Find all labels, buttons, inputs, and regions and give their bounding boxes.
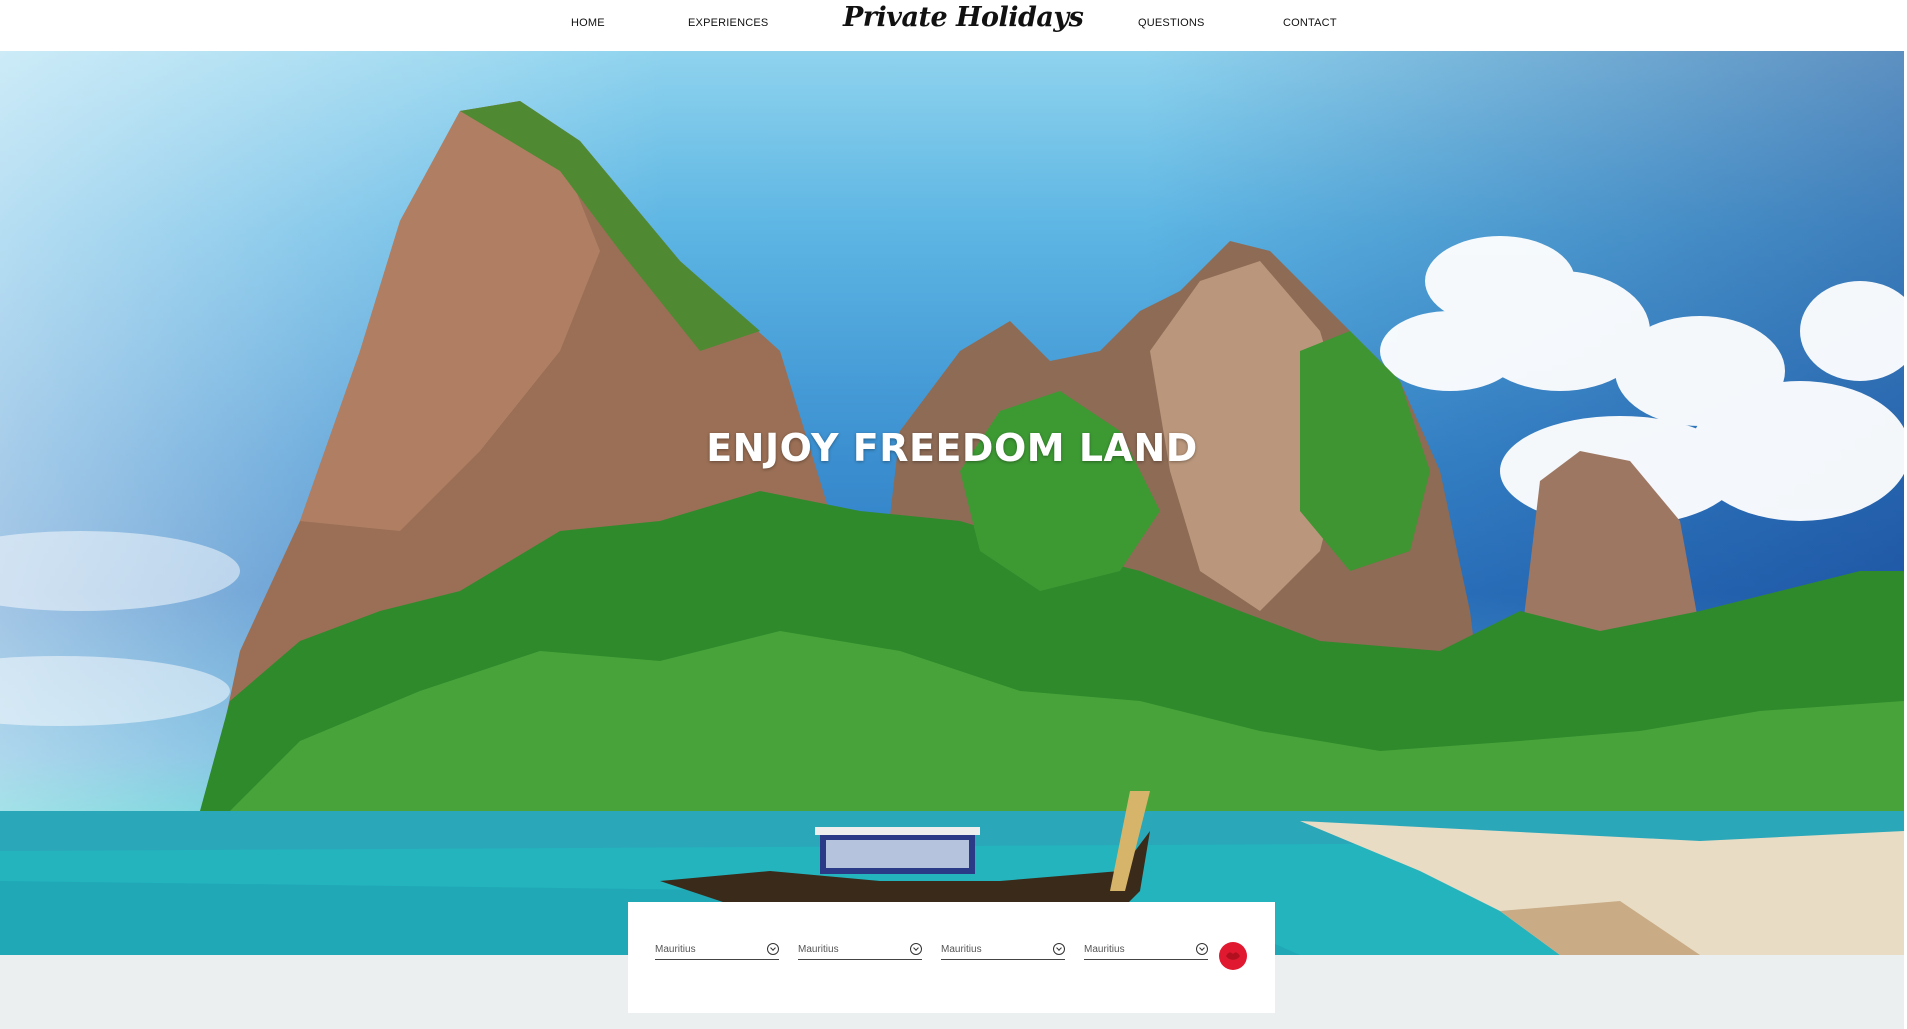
nav-questions-link[interactable]: QUESTIONS xyxy=(1138,17,1205,29)
destination-select-4[interactable]: Mauritius xyxy=(1084,939,1208,960)
hero-banner-image: ENJOY FREEDOM LAND xyxy=(0,51,1904,955)
top-nav-bar: HOME EXPERIENCES Private Holidays QUESTI… xyxy=(0,0,1907,51)
lips-icon xyxy=(1226,952,1240,960)
destination-search-panel: Mauritius Mauritius Mauritius Mauritius xyxy=(628,902,1275,1013)
destination-select-1[interactable]: Mauritius xyxy=(655,939,779,960)
nav-contact-link[interactable]: CONTACT xyxy=(1283,17,1337,29)
nav-experiences-link[interactable]: EXPERIENCES xyxy=(688,17,768,29)
site-logo[interactable]: Private Holidays xyxy=(843,2,1084,33)
nav-home-link[interactable]: HOME xyxy=(571,17,605,29)
destination-select-3[interactable]: Mauritius xyxy=(941,939,1065,960)
destination-select-3-value: Mauritius xyxy=(941,944,982,955)
chevron-down-icon xyxy=(767,943,779,955)
chevron-down-icon xyxy=(1053,943,1065,955)
destination-select-4-value: Mauritius xyxy=(1084,944,1125,955)
destination-select-2[interactable]: Mauritius xyxy=(798,939,922,960)
chevron-down-icon xyxy=(1196,943,1208,955)
hero-headline: ENJOY FREEDOM LAND xyxy=(706,426,1198,470)
chevron-down-icon xyxy=(910,943,922,955)
tropical-island-illustration xyxy=(0,101,1904,955)
destination-select-1-value: Mauritius xyxy=(655,944,696,955)
destination-select-2-value: Mauritius xyxy=(798,944,839,955)
search-submit-button[interactable] xyxy=(1219,942,1247,970)
